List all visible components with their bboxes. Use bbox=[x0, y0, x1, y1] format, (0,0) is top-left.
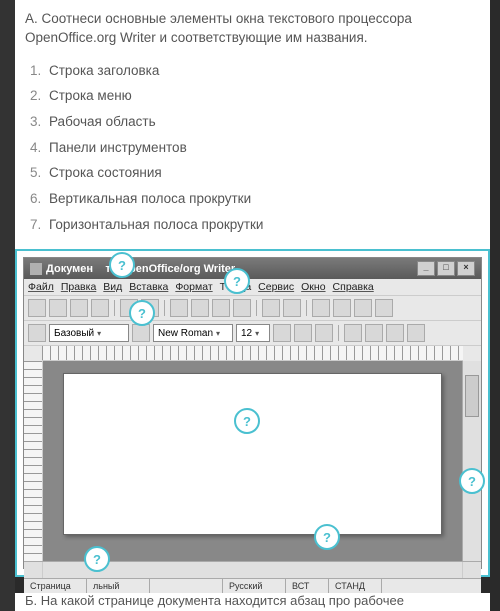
separator bbox=[164, 300, 165, 316]
align-left-icon[interactable] bbox=[344, 324, 362, 342]
formatting-toolbar: Базовый New Roman 12 bbox=[24, 321, 481, 346]
menu-file[interactable]: Файл bbox=[28, 281, 54, 293]
app-sidebar bbox=[0, 0, 15, 611]
list-item: Вертикальная полоса прокрутки bbox=[45, 186, 480, 212]
copy-icon[interactable] bbox=[212, 299, 230, 317]
question-card: А. Соотнеси основные элементы окна текст… bbox=[15, 0, 490, 577]
question-prefix: А. bbox=[25, 11, 38, 26]
standard-toolbar bbox=[24, 296, 481, 321]
align-center-icon[interactable] bbox=[365, 324, 383, 342]
separator bbox=[306, 300, 307, 316]
spellcheck-icon[interactable] bbox=[170, 299, 188, 317]
scroll-spacer bbox=[24, 562, 43, 578]
list-item: Строка меню bbox=[45, 83, 480, 109]
work-canvas[interactable] bbox=[43, 361, 462, 561]
menu-bar: Файл Правка Вид Вставка Формат Т x ца Се… bbox=[24, 279, 481, 296]
marker-vscroll[interactable]: ? bbox=[459, 468, 485, 494]
cut-icon[interactable] bbox=[191, 299, 209, 317]
save-icon[interactable] bbox=[70, 299, 88, 317]
open-icon[interactable] bbox=[49, 299, 67, 317]
list-item: Строка состояния bbox=[45, 160, 480, 186]
help-icon[interactable] bbox=[375, 299, 393, 317]
paste-icon[interactable] bbox=[233, 299, 251, 317]
answer-options-list: Строка заголовка Строка меню Рабочая обл… bbox=[25, 58, 480, 237]
vertical-scrollbar[interactable] bbox=[462, 361, 481, 561]
new-doc-icon[interactable] bbox=[28, 299, 46, 317]
scroll-thumb[interactable] bbox=[465, 375, 479, 417]
chart-icon[interactable] bbox=[333, 299, 351, 317]
styles-icon[interactable] bbox=[28, 324, 46, 342]
question-body: Соотнеси основные элементы окна текстово… bbox=[25, 11, 412, 45]
align-right-icon[interactable] bbox=[386, 324, 404, 342]
separator bbox=[256, 300, 257, 316]
maximize-button[interactable]: □ bbox=[437, 261, 455, 276]
menu-service[interactable]: Сервис bbox=[258, 281, 294, 293]
list-item: Строка заголовка bbox=[45, 58, 480, 84]
title-text-prefix: Докумен bbox=[46, 263, 93, 275]
align-justify-icon[interactable] bbox=[407, 324, 425, 342]
minimize-button[interactable]: _ bbox=[417, 261, 435, 276]
menu-insert[interactable]: Вставка bbox=[129, 281, 168, 293]
menu-format[interactable]: Формат bbox=[175, 281, 212, 293]
mail-icon[interactable] bbox=[91, 299, 109, 317]
list-item: Горизонтальная полоса прокрутки bbox=[45, 212, 480, 238]
writer-window: Докумен xx т - OpenOffice/org Writer _ □… bbox=[23, 257, 482, 569]
bold-icon[interactable] bbox=[273, 324, 291, 342]
list-item: Панели инструментов bbox=[45, 135, 480, 161]
separator bbox=[114, 300, 115, 316]
size-combo[interactable]: 12 bbox=[236, 324, 270, 342]
app-icon bbox=[30, 263, 42, 275]
menu-help[interactable]: Справка bbox=[333, 281, 374, 293]
menu-view[interactable]: Вид bbox=[103, 281, 122, 293]
question-prompt: А. Соотнеси основные элементы окна текст… bbox=[25, 10, 480, 48]
font-combo[interactable]: New Roman bbox=[153, 324, 233, 342]
redo-icon[interactable] bbox=[283, 299, 301, 317]
font-icon[interactable] bbox=[132, 324, 150, 342]
zoom-icon[interactable] bbox=[354, 299, 372, 317]
menu-edit[interactable]: Правка bbox=[61, 281, 96, 293]
undo-icon[interactable] bbox=[262, 299, 280, 317]
next-question-text: Б. На какой странице документа находится… bbox=[25, 593, 404, 608]
title-bar: Докумен xx т - OpenOffice/org Writer _ □… bbox=[24, 258, 481, 279]
scroll-corner bbox=[462, 562, 481, 578]
document-page[interactable] bbox=[63, 373, 442, 535]
separator bbox=[338, 325, 339, 341]
close-button[interactable]: × bbox=[457, 261, 475, 276]
underline-icon[interactable] bbox=[315, 324, 333, 342]
style-combo[interactable]: Базовый bbox=[49, 324, 129, 342]
next-question-card: Б. На какой странице документа находится… bbox=[15, 593, 490, 611]
embedded-screenshot: Докумен xx т - OpenOffice/org Writer _ □… bbox=[15, 249, 490, 577]
list-item: Рабочая область bbox=[45, 109, 480, 135]
menu-window[interactable]: Окно bbox=[301, 281, 325, 293]
table-icon[interactable] bbox=[312, 299, 330, 317]
horizontal-ruler bbox=[42, 346, 463, 361]
document-area bbox=[24, 361, 481, 561]
vertical-ruler bbox=[24, 361, 43, 561]
italic-icon[interactable] bbox=[294, 324, 312, 342]
